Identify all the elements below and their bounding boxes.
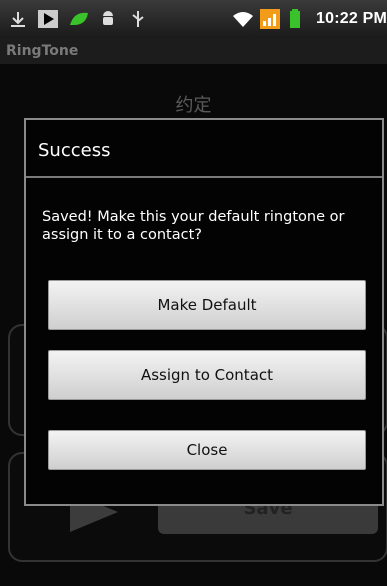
success-dialog: Success Saved! Make this your default ri… [24, 118, 384, 506]
dialog-divider [26, 176, 382, 178]
app-title: RingTone [6, 43, 79, 59]
close-button[interactable]: Close [48, 430, 366, 470]
wifi-icon [232, 9, 254, 29]
usb-icon [128, 9, 148, 29]
android-icon [98, 9, 118, 29]
dialog-message: Saved! Make this your default ringtone o… [42, 209, 345, 243]
signal-icon [260, 9, 281, 29]
media-play-icon [38, 9, 58, 29]
status-left-icons [8, 8, 148, 30]
dialog-title: Success [38, 140, 111, 161]
status-time: 10:22 PM [316, 10, 387, 27]
song-title: 约定 [175, 95, 212, 116]
app-title-bar: RingTone [0, 38, 387, 64]
status-bar: 10:22 PM [0, 0, 387, 38]
download-icon [8, 9, 28, 29]
battery-icon [288, 9, 308, 29]
make-default-button[interactable]: Make Default [48, 280, 366, 330]
assign-to-contact-button[interactable]: Assign to Contact [48, 350, 366, 400]
leaf-icon [68, 9, 88, 29]
status-right-icons: 10:22 PM [232, 8, 387, 30]
